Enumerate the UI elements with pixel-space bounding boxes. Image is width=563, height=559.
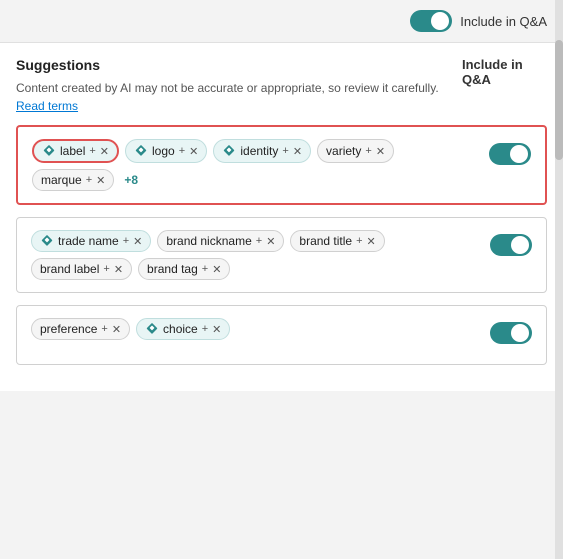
tag-brand-title-plus[interactable]: +: [356, 235, 362, 247]
suggestions-subtext: Content created by AI may not be accurat…: [16, 81, 462, 113]
ai-icon-identity: [222, 144, 236, 158]
tag-identity-text: identity: [240, 144, 278, 158]
suggestions-header-row: Suggestions Content created by AI may no…: [16, 57, 547, 113]
tag-brand-nickname-text: brand nickname: [166, 234, 251, 248]
tag-choice-x[interactable]: ✕: [212, 323, 221, 336]
suggestions-header: Suggestions: [16, 57, 462, 75]
tag-trade-name-plus[interactable]: +: [123, 235, 129, 247]
tag-brand-label-text: brand label: [40, 262, 99, 276]
tag-label-text: label: [60, 144, 85, 158]
tag-logo-plus[interactable]: +: [179, 145, 185, 157]
more-badge-card1[interactable]: +8: [120, 169, 142, 191]
tag-marque-plus[interactable]: +: [86, 174, 92, 186]
tag-brand-tag-plus[interactable]: +: [202, 263, 208, 275]
card-3-toggle[interactable]: [490, 322, 532, 344]
tag-logo-x[interactable]: ✕: [189, 145, 198, 158]
tag-brand-tag: brand tag + ✕: [138, 258, 230, 280]
main-content: Suggestions Content created by AI may no…: [0, 43, 563, 391]
tag-choice-text: choice: [163, 322, 198, 336]
tag-brand-label-x[interactable]: ✕: [114, 263, 123, 276]
tag-brand-title: brand title + ✕: [290, 230, 384, 252]
tag-variety-plus[interactable]: +: [365, 145, 371, 157]
top-toggle-label: Include in Q&A: [460, 14, 547, 29]
tag-label-plus[interactable]: +: [89, 145, 95, 157]
tag-brand-nickname-plus[interactable]: +: [256, 235, 262, 247]
tag-preference-text: preference: [40, 322, 97, 336]
suggestion-card-2: trade name + ✕ brand nickname + ✕ brand …: [16, 217, 547, 293]
tag-preference-x[interactable]: ✕: [112, 323, 121, 336]
card-1-toggle[interactable]: [489, 143, 531, 165]
card-3-tags: preference + ✕ choice + ✕: [31, 318, 478, 340]
card-2-tags: trade name + ✕ brand nickname + ✕ brand …: [31, 230, 478, 280]
tag-variety-x[interactable]: ✕: [376, 145, 385, 158]
tag-choice: choice + ✕: [136, 318, 230, 340]
tag-variety-text: variety: [326, 144, 361, 158]
suggestions-title: Suggestions: [16, 57, 100, 73]
scrollbar-thumb[interactable]: [555, 40, 563, 160]
tag-marque-x[interactable]: ✕: [96, 174, 105, 187]
tag-identity-x[interactable]: ✕: [293, 145, 302, 158]
read-terms-link[interactable]: Read terms: [16, 99, 78, 113]
tag-brand-tag-text: brand tag: [147, 262, 198, 276]
top-bar: Include in Q&A: [0, 0, 563, 43]
tag-brand-label-plus[interactable]: +: [103, 263, 109, 275]
suggestions-header-left: Suggestions Content created by AI may no…: [16, 57, 462, 113]
suggestion-card-3: preference + ✕ choice + ✕: [16, 305, 547, 365]
ai-icon-choice: [145, 322, 159, 336]
tag-label-x[interactable]: ✕: [100, 145, 109, 158]
tag-logo: logo + ✕: [125, 139, 207, 163]
tag-variety: variety + ✕: [317, 139, 394, 163]
include-qna-header-label: Include in Q&A: [462, 57, 547, 87]
scrollbar[interactable]: [555, 0, 563, 559]
tag-brand-title-x[interactable]: ✕: [367, 235, 376, 248]
tag-preference: preference + ✕: [31, 318, 130, 340]
tag-choice-plus[interactable]: +: [202, 323, 208, 335]
tag-brand-nickname-x[interactable]: ✕: [266, 235, 275, 248]
card-1-tags: label + ✕ logo + ✕ identity: [32, 139, 477, 191]
tag-brand-title-text: brand title: [299, 234, 352, 248]
top-include-qna-toggle[interactable]: [410, 10, 452, 32]
top-toggle-wrapper: Include in Q&A: [410, 10, 547, 32]
tag-logo-text: logo: [152, 144, 175, 158]
tag-trade-name: trade name + ✕: [31, 230, 151, 252]
tag-brand-label: brand label + ✕: [31, 258, 132, 280]
suggestion-card-1: label + ✕ logo + ✕ identity: [16, 125, 547, 205]
tag-identity: identity + ✕: [213, 139, 311, 163]
tag-preference-plus[interactable]: +: [101, 323, 107, 335]
tag-brand-tag-x[interactable]: ✕: [212, 263, 221, 276]
tag-trade-name-text: trade name: [58, 234, 119, 248]
tag-trade-name-x[interactable]: ✕: [133, 235, 142, 248]
ai-icon-logo: [134, 144, 148, 158]
ai-icon: [42, 144, 56, 158]
tag-identity-plus[interactable]: +: [282, 145, 288, 157]
tag-marque: marque + ✕: [32, 169, 114, 191]
suggestions-description: Content created by AI may not be accurat…: [16, 81, 439, 95]
tag-marque-text: marque: [41, 173, 82, 187]
tag-label: label + ✕: [32, 139, 119, 163]
ai-icon-trade-name: [40, 234, 54, 248]
card-2-toggle[interactable]: [490, 234, 532, 256]
tag-brand-nickname: brand nickname + ✕: [157, 230, 284, 252]
